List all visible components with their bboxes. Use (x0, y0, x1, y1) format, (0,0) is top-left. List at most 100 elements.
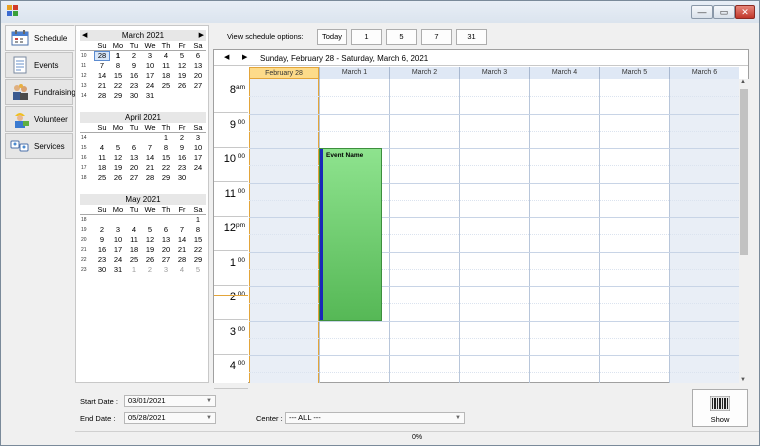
day-cell[interactable]: 24 (110, 255, 126, 265)
day-header[interactable]: March 5 (599, 67, 669, 79)
day-cell[interactable]: 17 (110, 245, 126, 255)
day-cell[interactable]: 26 (110, 173, 126, 183)
day-cell[interactable]: 24 (190, 163, 206, 173)
nav-item-volunteer[interactable]: Volunteer (5, 106, 73, 132)
day-cell[interactable]: 23 (126, 81, 142, 91)
start-date-field[interactable]: 03/01/2021 ▼ (124, 395, 216, 407)
day-cell[interactable]: 8 (158, 143, 174, 153)
day-cell[interactable]: 10 (142, 61, 158, 71)
day-cell[interactable]: 17 (142, 71, 158, 81)
day-cell[interactable]: 26 (142, 255, 158, 265)
day-cell[interactable]: 2 (94, 225, 110, 235)
maximize-button[interactable]: ▭ (713, 5, 735, 19)
day-cell[interactable]: 12 (110, 153, 126, 163)
day-cell[interactable]: 1 (110, 51, 126, 61)
scroll-thumb[interactable] (740, 89, 748, 255)
day-header[interactable]: February 28 (249, 67, 319, 79)
center-select[interactable]: --- ALL --- ▼ (285, 412, 465, 424)
day-cell[interactable]: 19 (110, 163, 126, 173)
show-button[interactable]: Show (692, 389, 748, 427)
day-cell[interactable]: 29 (110, 91, 126, 101)
day-cell[interactable]: 1 (190, 215, 206, 225)
day-cell[interactable]: 31 (110, 265, 126, 275)
day-cell[interactable]: 26 (174, 81, 190, 91)
close-button[interactable]: ✕ (735, 5, 755, 19)
day-cell[interactable]: 11 (126, 235, 142, 245)
day-header[interactable]: March 1 (319, 67, 389, 79)
day-cell[interactable]: 28 (94, 51, 110, 61)
day-cell[interactable]: 22 (190, 245, 206, 255)
day-header[interactable]: March 2 (389, 67, 459, 79)
day-cell[interactable]: 27 (158, 255, 174, 265)
day-cell[interactable]: 20 (126, 163, 142, 173)
today-button[interactable]: Today (317, 29, 347, 45)
day-cell[interactable]: 4 (126, 225, 142, 235)
day-cell[interactable]: 2 (126, 51, 142, 61)
day-cell[interactable]: 9 (126, 61, 142, 71)
day-cell[interactable]: 7 (142, 143, 158, 153)
day-cell[interactable]: 16 (126, 71, 142, 81)
day-cell[interactable]: 7 (94, 61, 110, 71)
schedule-grid[interactable]: Event Name (249, 79, 739, 383)
day-cell[interactable]: 1 (158, 133, 174, 143)
day-cell[interactable]: 9 (174, 143, 190, 153)
day-cell[interactable]: 15 (110, 71, 126, 81)
view-5-day-button[interactable]: 5 (386, 29, 417, 45)
day-cell[interactable]: 10 (110, 235, 126, 245)
day-cell[interactable]: 12 (142, 235, 158, 245)
day-cell[interactable]: 17 (190, 153, 206, 163)
day-cell[interactable]: 30 (126, 91, 142, 101)
day-cell[interactable]: 21 (142, 163, 158, 173)
day-cell[interactable]: 5 (174, 51, 190, 61)
day-cell[interactable]: 21 (94, 81, 110, 91)
day-cell[interactable]: 28 (142, 173, 158, 183)
day-cell[interactable]: 11 (94, 153, 110, 163)
day-cell[interactable]: 23 (94, 255, 110, 265)
day-cell[interactable]: 24 (142, 81, 158, 91)
day-cell[interactable]: 15 (190, 235, 206, 245)
day-cell[interactable]: 2 (174, 133, 190, 143)
day-cell[interactable]: 23 (174, 163, 190, 173)
scroll-down-icon[interactable]: ▼ (740, 377, 746, 383)
view-1-day-button[interactable]: 1 (351, 29, 382, 45)
day-cell[interactable]: 5 (190, 265, 206, 275)
day-cell[interactable]: 8 (190, 225, 206, 235)
day-cell[interactable]: 5 (142, 225, 158, 235)
day-cell[interactable]: 12 (174, 61, 190, 71)
nav-item-services[interactable]: Services (5, 133, 73, 159)
day-cell[interactable]: 7 (174, 225, 190, 235)
day-cell[interactable]: 29 (190, 255, 206, 265)
day-cell[interactable]: 2 (142, 265, 158, 275)
day-cell[interactable]: 18 (126, 245, 142, 255)
day-cell[interactable]: 20 (190, 71, 206, 81)
day-cell[interactable]: 25 (158, 81, 174, 91)
day-cell[interactable]: 22 (158, 163, 174, 173)
day-cell[interactable]: 14 (94, 71, 110, 81)
nav-item-schedule[interactable]: Schedule (5, 25, 75, 51)
day-cell[interactable]: 4 (158, 51, 174, 61)
day-cell[interactable]: 6 (126, 143, 142, 153)
day-cell[interactable]: 14 (142, 153, 158, 163)
day-cell[interactable]: 14 (174, 235, 190, 245)
day-cell[interactable]: 5 (110, 143, 126, 153)
day-cell[interactable]: 3 (110, 225, 126, 235)
view-7-day-button[interactable]: 7 (421, 29, 452, 45)
end-date-field[interactable]: 05/28/2021 ▼ (124, 412, 216, 424)
minimize-button[interactable]: — (691, 5, 713, 19)
day-cell[interactable]: 20 (158, 245, 174, 255)
scroll-up-icon[interactable]: ▲ (740, 79, 746, 85)
day-cell[interactable]: 28 (94, 91, 110, 101)
day-cell[interactable]: 6 (190, 51, 206, 61)
day-cell[interactable]: 31 (142, 91, 158, 101)
day-cell[interactable]: 4 (174, 265, 190, 275)
day-cell[interactable]: 10 (190, 143, 206, 153)
day-cell[interactable]: 1 (126, 265, 142, 275)
day-cell[interactable]: 30 (174, 173, 190, 183)
day-cell[interactable]: 19 (174, 71, 190, 81)
day-cell[interactable]: 15 (158, 153, 174, 163)
day-cell[interactable]: 19 (142, 245, 158, 255)
day-cell[interactable]: 4 (94, 143, 110, 153)
day-cell[interactable]: 13 (190, 61, 206, 71)
day-cell[interactable]: 16 (174, 153, 190, 163)
day-cell[interactable]: 21 (174, 245, 190, 255)
